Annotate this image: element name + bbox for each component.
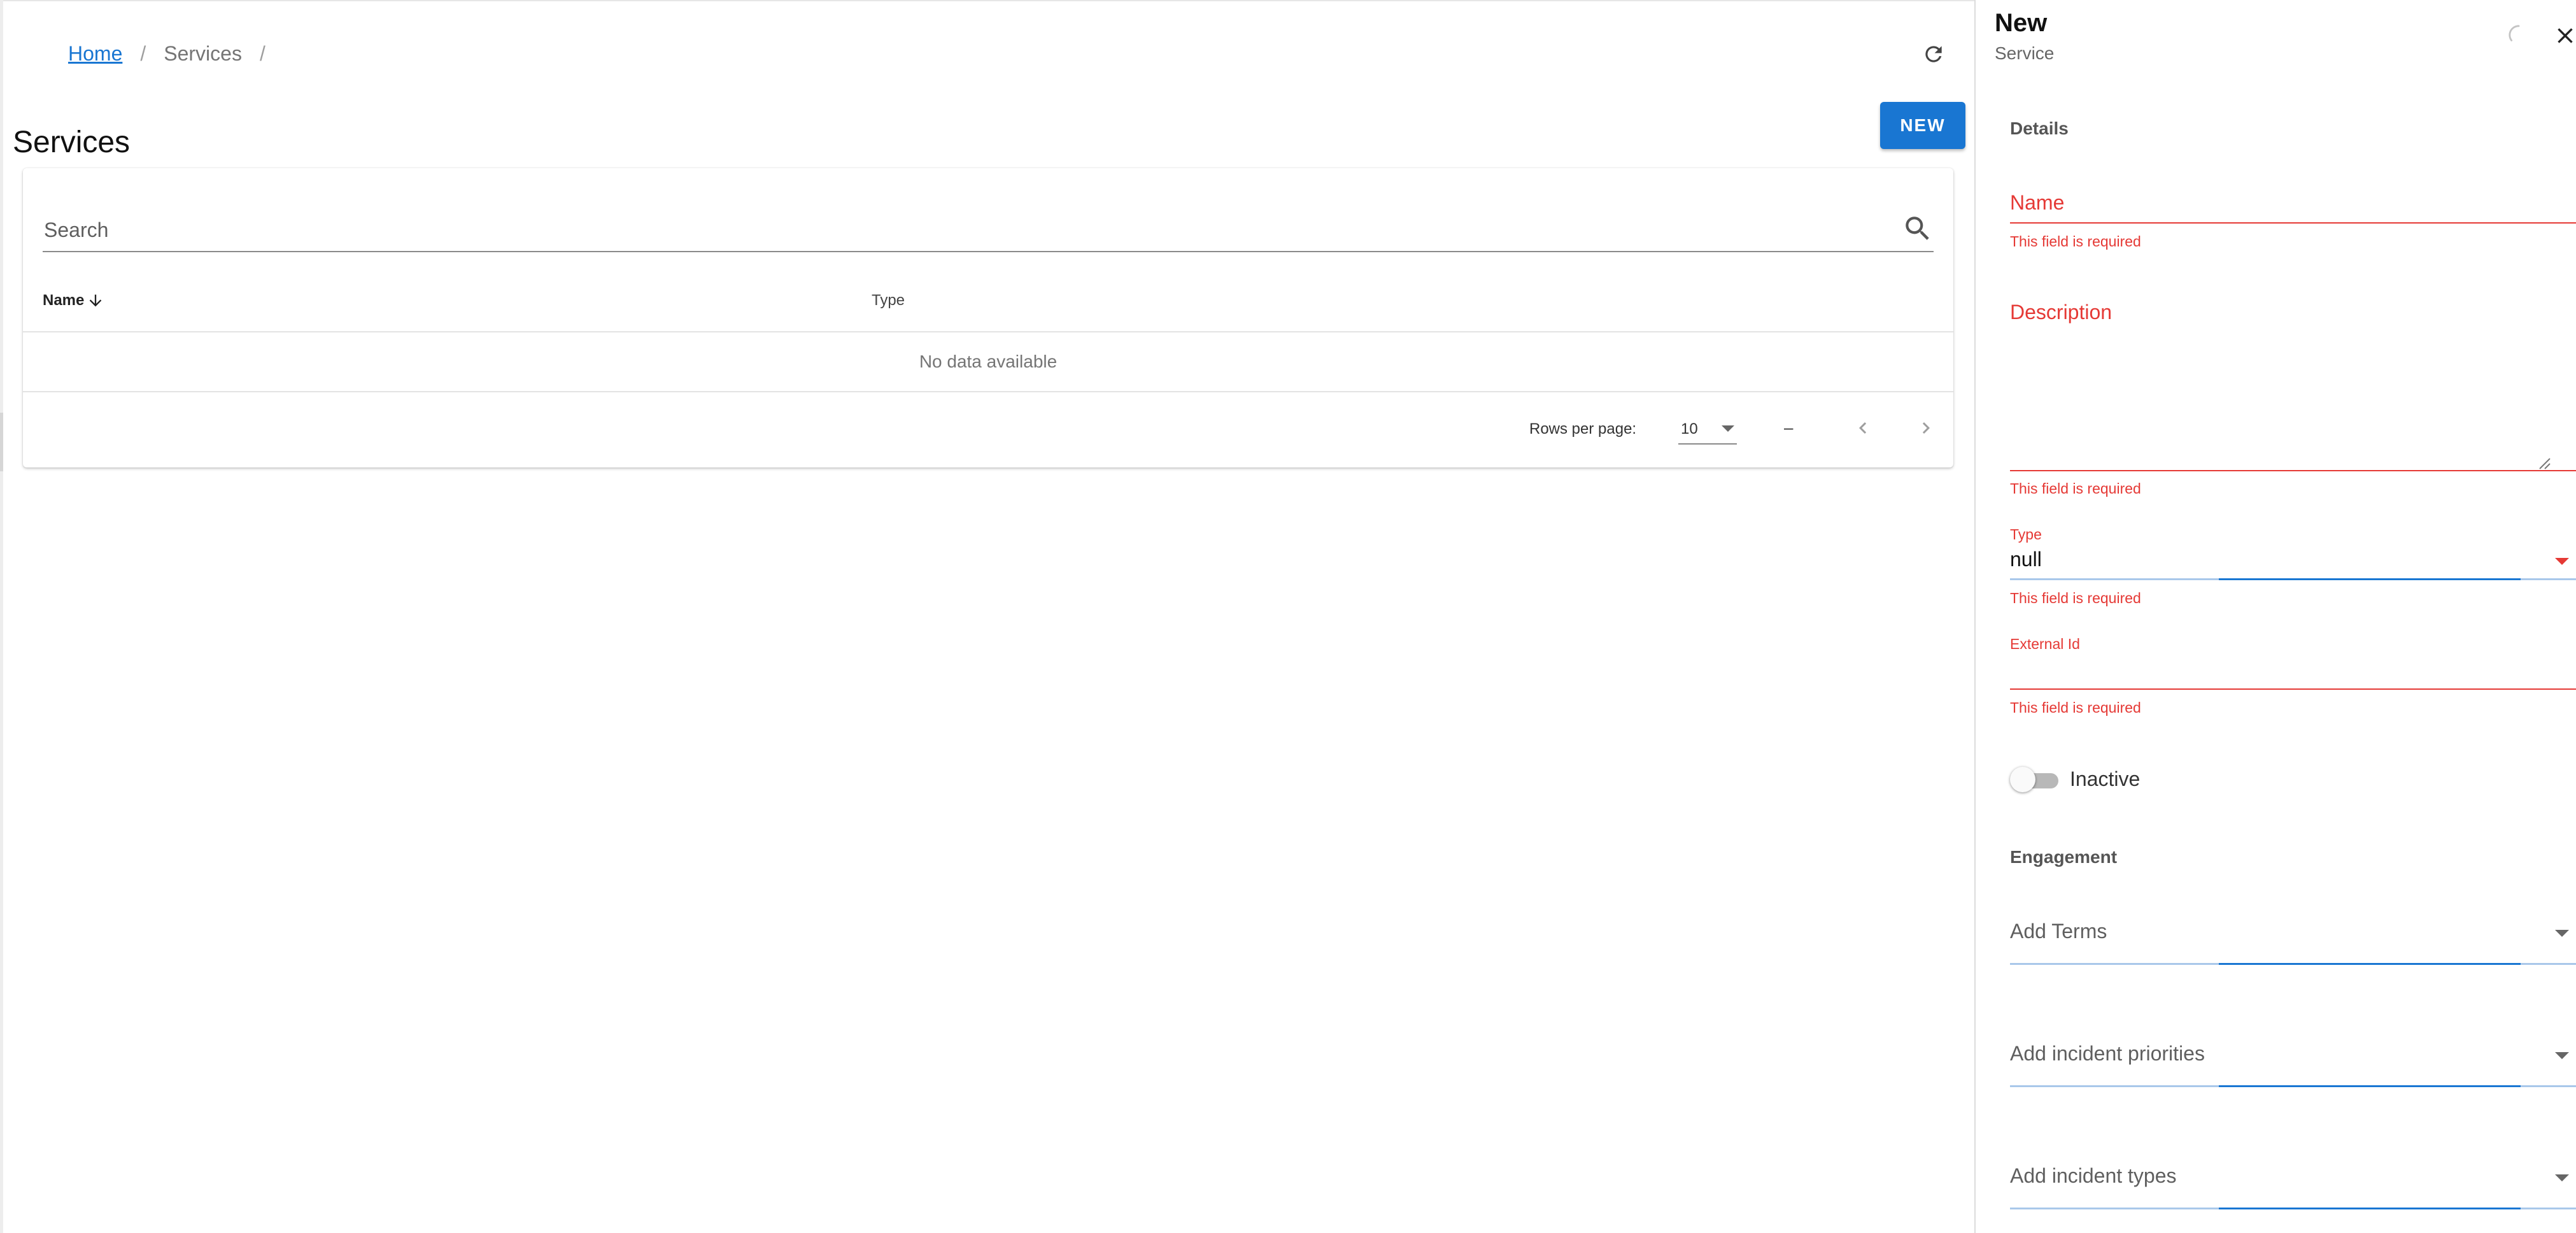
pagination: Rows per page: 10 – (23, 392, 1953, 467)
caret-down-icon[interactable] (2555, 558, 2569, 565)
rows-per-page-value: 10 (1681, 420, 1698, 438)
caret-down-icon[interactable] (2555, 1174, 2569, 1181)
refresh-icon (1925, 46, 1942, 62)
type-field-error: This field is required (2010, 590, 2141, 606)
external-id-field-error: This field is required (2010, 699, 2141, 716)
close-icon[interactable] (2552, 23, 2576, 48)
resize-handle-icon[interactable] (2536, 455, 2551, 470)
add-incident-types-underline (2010, 1208, 2576, 1209)
page-title: Services (13, 125, 131, 160)
breadcrumb: Home / Services / (68, 39, 283, 68)
previous-page-button[interactable] (1846, 411, 1879, 445)
breadcrumb-home-link[interactable]: Home (68, 42, 122, 66)
toggle-thumb (2010, 767, 2035, 792)
name-field-label[interactable]: Name (2010, 191, 2064, 215)
new-button[interactable]: NEW (1880, 102, 1965, 149)
add-incident-priorities-select[interactable]: Add incident priorities (2010, 1042, 2205, 1066)
type-field-label: Type (2010, 526, 2042, 543)
add-terms-underline (2010, 963, 2576, 965)
spinner-icon (2509, 25, 2520, 41)
search-input[interactable] (43, 211, 1866, 248)
next-page-button[interactable] (1909, 411, 1943, 445)
description-field-label[interactable]: Description (2010, 301, 2112, 324)
table-header: Name Type (23, 273, 1953, 332)
column-header-label: Name (43, 292, 85, 309)
inactive-toggle-label: Inactive (2070, 767, 2141, 790)
breadcrumb-separator: / (259, 41, 265, 65)
arrow-down-icon (90, 294, 102, 307)
add-terms-select[interactable]: Add Terms (2010, 920, 2107, 943)
column-header-label: Type (872, 292, 905, 309)
page-range: – (1784, 418, 1794, 437)
type-select-value[interactable]: null (2010, 548, 2042, 571)
details-section-label: Details (2010, 118, 2069, 138)
column-header-name[interactable]: Name (43, 292, 104, 310)
description-field-error: This field is required (2010, 480, 2141, 497)
add-incident-types-select[interactable]: Add incident types (2010, 1164, 2177, 1188)
services-table-card: Name Type No data available Rows per pag… (23, 168, 1953, 467)
name-field[interactable] (2010, 222, 2576, 224)
empty-state: No data available (23, 332, 1953, 392)
search-icon[interactable] (1902, 213, 1934, 245)
inactive-toggle[interactable] (2010, 766, 2061, 794)
chevron-left-icon (1859, 422, 1867, 434)
drawer-title: New (1995, 9, 2048, 37)
engagement-section-label: Engagement (2010, 847, 2118, 867)
column-header-type[interactable]: Type (872, 292, 905, 310)
caret-down-icon[interactable] (2555, 1052, 2569, 1059)
main-content: Home / Services / Services NEW Name Type (3, 0, 1974, 1233)
caret-down-icon (1722, 425, 1734, 432)
add-incident-priorities-underline (2010, 1085, 2576, 1087)
type-select[interactable] (2010, 578, 2576, 580)
breadcrumb-current: Services (164, 41, 242, 65)
rows-per-page-label: Rows per page: (1529, 420, 1637, 438)
rows-per-page-select[interactable]: 10 (1678, 411, 1737, 445)
description-field[interactable] (2010, 470, 2576, 471)
name-field-error: This field is required (2010, 233, 2141, 250)
chevron-right-icon (1922, 422, 1930, 434)
external-id-field[interactable] (2010, 688, 2576, 690)
search-field (43, 206, 1934, 252)
external-id-field-label: External Id (2010, 636, 2080, 652)
new-service-drawer: New Service Details Name This field is r… (1974, 0, 2576, 1233)
breadcrumb-separator: / (140, 41, 146, 65)
caret-down-icon[interactable] (2555, 930, 2569, 937)
refresh-button[interactable] (1916, 37, 1951, 71)
drawer-subtitle: Service (1995, 43, 2055, 63)
